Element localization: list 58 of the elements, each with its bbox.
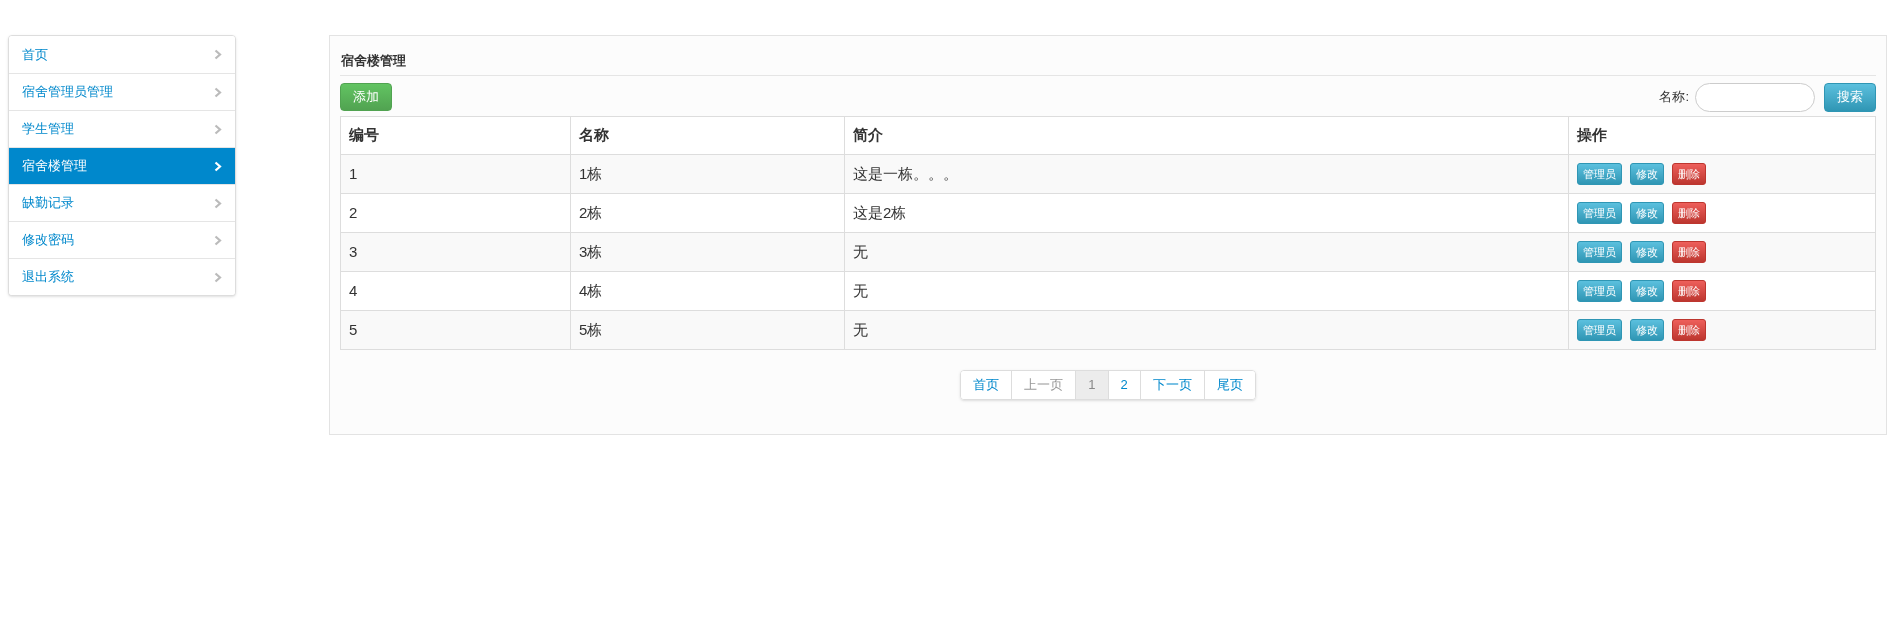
table-cell: 无 (844, 271, 1569, 311)
name-label: 名称: (1659, 88, 1689, 107)
manager-button[interactable]: 管理员 (1577, 319, 1622, 341)
manager-button[interactable]: 管理员 (1577, 163, 1622, 185)
manager-button[interactable]: 管理员 (1577, 241, 1622, 263)
sidebar-item[interactable]: 退出系统 (9, 258, 235, 295)
edit-button[interactable]: 修改 (1630, 202, 1664, 224)
table-cell: 5 (340, 310, 571, 350)
sidebar-item[interactable]: 缺勤记录 (9, 184, 235, 221)
edit-button[interactable]: 修改 (1630, 319, 1664, 341)
column-header: 编号 (340, 116, 571, 155)
sidebar-item[interactable]: 修改密码 (9, 221, 235, 258)
table-cell: 5栋 (570, 310, 845, 350)
table-cell: 2栋 (570, 193, 845, 233)
sidebar-item[interactable]: 学生管理 (9, 110, 235, 147)
pagination-link[interactable]: 首页 (961, 371, 1012, 399)
pagination-link[interactable]: 2 (1107, 371, 1140, 399)
table-cell: 4 (340, 271, 571, 311)
column-header: 名称 (570, 116, 845, 155)
column-header: 简介 (844, 116, 1569, 155)
sidebar-item[interactable]: 宿舍楼管理 (9, 147, 235, 184)
delete-button[interactable]: 删除 (1672, 241, 1706, 263)
chevron-right-icon (214, 271, 222, 283)
chevron-right-icon (214, 86, 222, 98)
chevron-right-icon (214, 197, 222, 209)
delete-button[interactable]: 删除 (1672, 163, 1706, 185)
name-search-field[interactable] (1695, 82, 1815, 112)
table-cell: 这是一栋。。。 (844, 154, 1569, 194)
table-cell: 1 (340, 154, 571, 194)
add-button[interactable]: 添加 (340, 83, 392, 111)
pagination-link[interactable]: 尾页 (1203, 371, 1255, 399)
table-cell: 无 (844, 310, 1569, 350)
chevron-right-icon (214, 123, 222, 135)
sidebar-item[interactable]: 首页 (9, 36, 235, 73)
chevron-right-icon (214, 160, 222, 172)
pagination-link[interactable]: 下一页 (1139, 371, 1204, 399)
table-cell: 无 (844, 232, 1569, 272)
search-button[interactable]: 搜索 (1824, 82, 1876, 112)
edit-button[interactable]: 修改 (1630, 280, 1664, 302)
delete-button[interactable]: 删除 (1672, 280, 1706, 302)
manager-button[interactable]: 管理员 (1577, 202, 1622, 224)
table-cell: 3栋 (570, 232, 845, 272)
chevron-right-icon (214, 49, 222, 60)
table-cell: 1栋 (570, 154, 845, 194)
sidebar-item[interactable]: 宿舍管理员管理 (9, 73, 235, 110)
delete-button[interactable]: 删除 (1672, 202, 1706, 224)
manager-button[interactable]: 管理员 (1577, 280, 1622, 302)
table-cell: 这是2栋 (844, 193, 1569, 233)
pagination-link[interactable]: 1 (1075, 371, 1108, 399)
panel-title: 宿舍楼管理 (341, 51, 406, 70)
table-cell: 2 (340, 193, 571, 233)
table-cell: 3 (340, 232, 571, 272)
table-cell: 4栋 (570, 271, 845, 311)
chevron-right-icon (214, 234, 222, 246)
delete-button[interactable]: 删除 (1672, 319, 1706, 341)
edit-button[interactable]: 修改 (1630, 163, 1664, 185)
edit-button[interactable]: 修改 (1630, 241, 1664, 263)
column-header: 操作 (1568, 116, 1876, 155)
